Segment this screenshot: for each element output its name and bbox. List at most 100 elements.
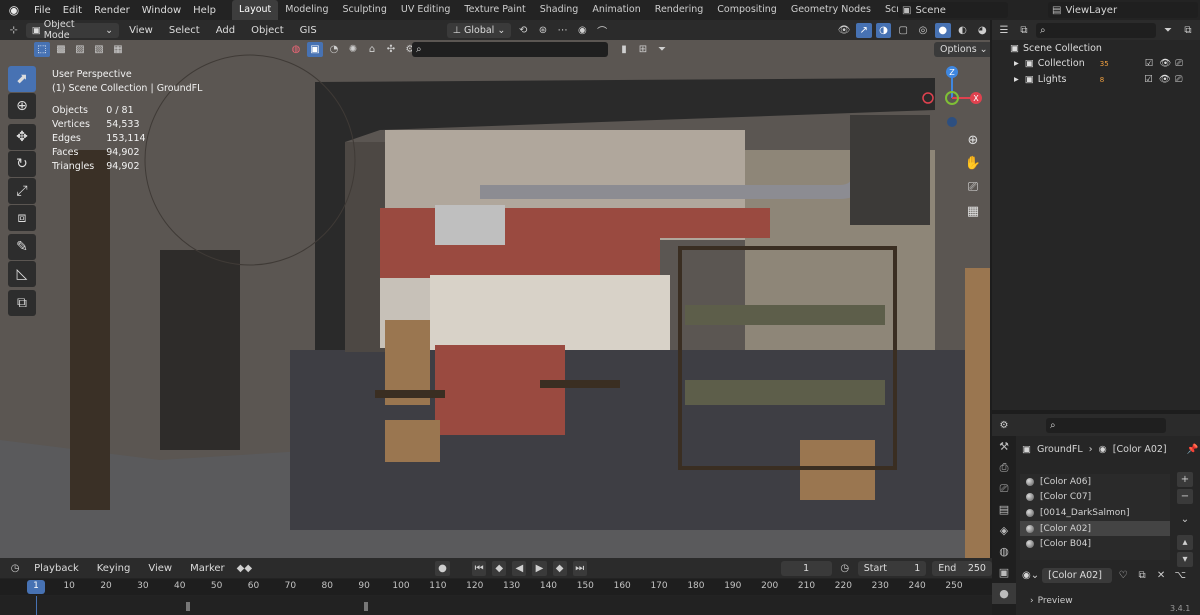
gizmo-neg-z-icon[interactable] [947,117,957,127]
select-subtract-icon[interactable]: ▨ [72,42,88,57]
snap-target-icon[interactable]: ⋯ [555,23,571,38]
filter-light-icon[interactable]: ✺ [345,42,361,57]
select-intersect-icon[interactable]: ▦ [110,42,126,57]
next-keyframe-icon[interactable]: ◆ [552,560,567,576]
current-frame-field[interactable]: 1 [780,560,832,576]
pan-hand-icon[interactable]: ✋ [963,153,983,173]
layout-icon[interactable]: ⊞ [635,42,651,57]
clock-icon[interactable]: ◷ [838,561,852,576]
tab-shading[interactable]: Shading [533,0,586,20]
record-button[interactable]: ● [435,560,450,576]
tab-sculpting[interactable]: Sculpting [335,0,393,20]
options-button[interactable]: Options ⌄ [934,42,990,57]
start-frame-field[interactable]: Start 1 [857,560,927,576]
camera-view-icon[interactable]: ⎚ [963,177,983,197]
blender-logo-icon[interactable]: ◉ [0,0,28,20]
menu-window[interactable]: Window [136,5,187,16]
jump-start-icon[interactable]: ⏮ [472,560,487,576]
menu-help[interactable]: Help [187,5,222,16]
menu-render[interactable]: Render [88,5,136,16]
zoom-icon[interactable]: ⊕ [963,130,983,150]
proportional-edit-icon[interactable]: ◉ [574,23,590,38]
tab-compositing[interactable]: Compositing [710,0,784,20]
add-slot-button[interactable]: + [1177,472,1193,487]
play-icon[interactable]: ▶ [532,560,547,576]
filter-mesh-icon[interactable]: ▣ [307,42,323,57]
scene-tab-icon[interactable]: ◈ [992,520,1016,541]
menu-add[interactable]: Add [210,25,241,36]
output-tab-icon[interactable]: ⎚ [992,478,1016,499]
tab-animation[interactable]: Animation [585,0,647,20]
eye-icon[interactable]: 👁 [1159,74,1171,85]
keyframe-icon[interactable]: ◆◆ [237,561,252,576]
prev-keyframe-icon[interactable]: ◆ [492,560,507,576]
tab-texture-paint[interactable]: Texture Paint [457,0,532,20]
scene-selector[interactable]: ▣ Scene [898,2,1008,18]
checkbox-icon[interactable]: ☑ [1144,74,1153,85]
list-item[interactable]: [Color C07] [1020,490,1170,506]
slot-menu-icon[interactable]: ⌄ [1177,512,1193,527]
tab-geometry-nodes[interactable]: Geometry Nodes [784,0,878,20]
menu-keying[interactable]: Keying [91,563,137,574]
menu-object[interactable]: Object [245,25,290,36]
world-tab-icon[interactable]: ◍ [992,541,1016,562]
filter-camera-icon[interactable]: ⌂ [364,42,380,57]
menu-timeline-view[interactable]: View [142,563,178,574]
material-slot-list[interactable]: [Color A06] [Color C07] [0014_DarkSalmon… [1020,474,1170,560]
menu-marker[interactable]: Marker [184,563,231,574]
timeline-editor-icon[interactable]: ◷ [8,561,22,576]
view-layer-tab-icon[interactable]: ▤ [992,499,1016,520]
list-item[interactable]: [Color A06] [1020,474,1170,490]
view-layer-selector[interactable]: ▤ ViewLayer [1048,2,1198,18]
menu-select[interactable]: Select [163,25,206,36]
shading-material-icon[interactable]: ◐ [955,23,971,38]
gizmo-neg-x-icon[interactable] [922,92,934,104]
tool-select[interactable]: ⬈ [8,66,36,92]
select-extend-icon[interactable]: ▩ [53,42,69,57]
expand-arrow-icon[interactable]: ▸ [1014,58,1019,69]
outliner-search[interactable]: ⌕ [1036,22,1156,38]
transform-orientation[interactable]: ⊥ Global ⌄ [446,22,512,38]
tool-transform[interactable]: ⧈ [8,205,36,231]
outliner-row-scene-collection[interactable]: ▣ Scene Collection [996,41,1200,56]
play-reverse-icon[interactable]: ◀ [512,560,527,576]
mode-selector[interactable]: ▣ Object Mode ⌄ [25,20,120,41]
preview-panel-header[interactable]: › Preview [1030,596,1073,606]
pin-icon[interactable]: 📌 [1187,444,1199,455]
browse-material-icon[interactable]: ◉⌄ [1022,570,1039,581]
move-up-icon[interactable]: ▴ [1177,535,1193,550]
tool-cursor[interactable]: ⊕ [8,93,36,119]
render-tab-icon[interactable]: ⎙ [992,457,1016,478]
menu-gis[interactable]: GIS [294,25,323,36]
outliner-editor-icon[interactable]: ☰ [996,23,1012,38]
filter-empty-icon[interactable]: ✣ [383,42,399,57]
menu-edit[interactable]: Edit [57,5,88,16]
unlink-material-icon[interactable]: ✕ [1153,568,1169,583]
gizmo-toggle-icon[interactable]: ↗ [855,22,872,38]
pivot-icon[interactable]: ⟲ [515,23,531,38]
material-name-field[interactable]: [Color A02] [1042,568,1113,583]
outliner-row-lights[interactable]: ▸ ▣ Lights 8 ☑ 👁 ⎚ [996,72,1200,87]
tool-scale[interactable]: ⤢ [8,178,36,204]
timeline-track[interactable] [0,596,992,615]
frame-ruler[interactable]: 1 10 20 30 40 50 60 70 80 90 100 110 120 130 140 150 160… [0,579,992,595]
material-tab-icon[interactable]: ● [992,583,1016,604]
checkbox-icon[interactable]: ☑ [1145,58,1154,69]
eye-icon[interactable]: 👁 [1159,58,1171,69]
end-frame-field[interactable]: End 250 [932,560,992,576]
list-item[interactable]: [0014_DarkSalmon] [1020,505,1170,521]
tool-move[interactable]: ✥ [8,124,36,150]
expand-arrow-icon[interactable]: ▸ [1014,74,1019,85]
move-down-icon[interactable]: ▾ [1177,552,1193,567]
tool-add-cube[interactable]: ⧉ [8,290,36,316]
tool-measure[interactable]: ◺ [8,261,36,287]
select-box-icon[interactable]: ⬚ [34,42,50,57]
3d-viewport[interactable]: ⊹ ▣ Object Mode ⌄ View Select Add Object… [0,20,990,558]
filter-icon[interactable]: ⏷ [1160,23,1176,38]
filter-curve-icon[interactable]: ◔ [326,42,342,57]
menu-file[interactable]: File [28,5,57,16]
falloff-icon[interactable]: ⌒ [594,23,610,38]
duplicate-material-icon[interactable]: ⧉ [1134,568,1150,583]
viewport-search[interactable]: ⌕ [412,42,608,57]
visibility-icon[interactable]: 👁 [836,23,852,38]
